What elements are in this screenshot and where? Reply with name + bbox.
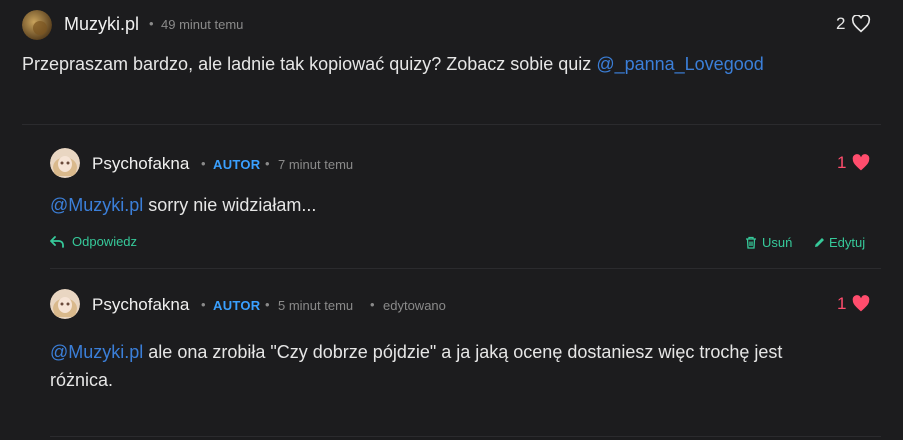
edited-label: edytowano bbox=[383, 298, 446, 313]
divider bbox=[50, 436, 881, 437]
divider bbox=[22, 124, 881, 125]
separator-dot: • bbox=[149, 16, 154, 31]
reply-text: @Muzyki.pl sorry nie widziałam... bbox=[50, 195, 316, 216]
reply-text-line: @Muzyki.pl ale ona zrobiła "Czy dobrze p… bbox=[50, 338, 880, 366]
delete-button[interactable]: Usuń bbox=[745, 235, 792, 250]
trash-icon bbox=[745, 236, 757, 249]
delete-button-label: Usuń bbox=[762, 235, 793, 250]
reply-text-body: sorry nie widziałam... bbox=[143, 195, 317, 215]
comment-text: Przepraszam bardzo, ale ladnie tak kopio… bbox=[22, 54, 764, 75]
edit-button[interactable]: Edytuj bbox=[813, 235, 865, 250]
mention-link[interactable]: @Muzyki.pl bbox=[50, 195, 143, 215]
separator-dot: • bbox=[265, 156, 270, 171]
reply-button[interactable]: Odpowiedz bbox=[50, 234, 137, 249]
reply-arrow-icon bbox=[50, 235, 64, 249]
heart-outline-icon[interactable] bbox=[851, 14, 871, 33]
comment-text-body: Przepraszam bardzo, ale ladnie tak kopio… bbox=[22, 54, 597, 74]
separator-dot: • bbox=[370, 297, 375, 312]
author-badge: AUTOR bbox=[213, 157, 261, 172]
like-count: 1 bbox=[837, 153, 847, 172]
separator-dot: • bbox=[265, 297, 270, 312]
like-count: 1 bbox=[837, 294, 847, 313]
avatar-psychofakna[interactable] bbox=[50, 148, 80, 178]
timestamp: 49 minut temu bbox=[161, 17, 244, 32]
mention-link[interactable]: @_panna_Lovegood bbox=[596, 54, 763, 74]
username[interactable]: Psychofakna bbox=[92, 154, 189, 174]
timestamp: 7 minut temu bbox=[278, 157, 354, 172]
reply-text: @Muzyki.pl ale ona zrobiła "Czy dobrze p… bbox=[50, 338, 880, 394]
pencil-icon bbox=[813, 236, 826, 249]
avatar-psychofakna[interactable] bbox=[50, 289, 80, 319]
avatar-muzyki[interactable] bbox=[22, 10, 52, 40]
separator-dot: • bbox=[201, 297, 206, 312]
reply-text-line: różnica. bbox=[50, 370, 114, 390]
heart-filled-icon[interactable] bbox=[851, 295, 871, 313]
username[interactable]: Muzyki.pl bbox=[64, 14, 139, 35]
edit-button-label: Edytuj bbox=[829, 235, 866, 250]
author-badge: AUTOR bbox=[213, 298, 261, 313]
separator-dot: • bbox=[201, 156, 206, 171]
reply-text-body: ale ona zrobiła "Czy dobrze pójdzie" a j… bbox=[143, 342, 783, 362]
username[interactable]: Psychofakna bbox=[92, 295, 189, 315]
timestamp: 5 minut temu bbox=[278, 298, 354, 313]
reply-button-label: Odpowiedz bbox=[72, 234, 138, 249]
like-count: 2 bbox=[836, 14, 846, 33]
heart-filled-icon[interactable] bbox=[851, 154, 871, 172]
mention-link[interactable]: @Muzyki.pl bbox=[50, 342, 143, 362]
divider bbox=[50, 268, 881, 269]
